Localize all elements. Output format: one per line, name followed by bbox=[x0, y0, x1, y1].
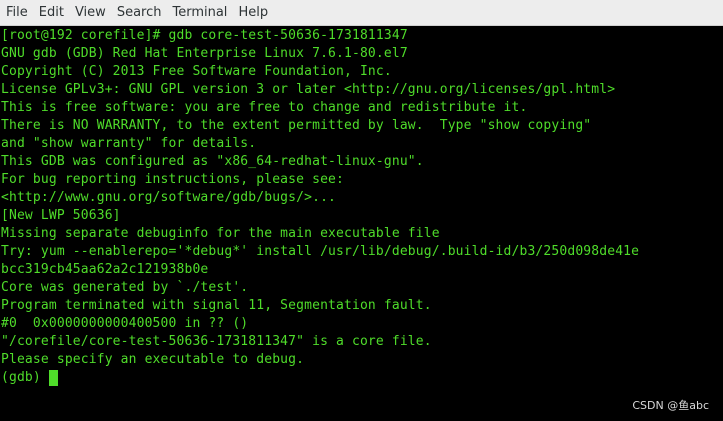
menu-file[interactable]: File bbox=[2, 2, 35, 24]
terminal-line: "/corefile/core-test-50636-1731811347" i… bbox=[1, 334, 432, 349]
terminal-line: and "show warranty" for details. bbox=[1, 136, 257, 151]
menu-terminal[interactable]: Terminal bbox=[168, 2, 234, 24]
terminal-line: Please specify an executable to debug. bbox=[1, 352, 305, 367]
terminal-line: <http://www.gnu.org/software/gdb/bugs/>.… bbox=[1, 190, 337, 205]
terminal-output[interactable]: [root@192 corefile]# gdb core-test-50636… bbox=[0, 26, 723, 421]
terminal-line: Program terminated with signal 11, Segme… bbox=[1, 298, 432, 313]
terminal-line: For bug reporting instructions, please s… bbox=[1, 172, 344, 187]
menu-view[interactable]: View bbox=[71, 2, 113, 24]
terminal-line: bcc319cb45aa62a2c121938b0e bbox=[1, 262, 209, 277]
text-cursor bbox=[48, 370, 58, 386]
terminal-line: Copyright (C) 2013 Free Software Foundat… bbox=[1, 64, 392, 79]
menu-edit[interactable]: Edit bbox=[35, 2, 71, 24]
menu-help[interactable]: Help bbox=[234, 2, 275, 24]
terminal-line: This is free software: you are free to c… bbox=[1, 100, 528, 115]
menu-bar: File Edit View Search Terminal Help bbox=[0, 0, 723, 26]
watermark: CSDN @鱼abc bbox=[632, 399, 709, 412]
terminal-line: [root@192 corefile]# gdb core-test-50636… bbox=[1, 28, 408, 43]
terminal-line: Try: yum --enablerepo='*debug*' install … bbox=[1, 244, 640, 259]
terminal-window: File Edit View Search Terminal Help [roo… bbox=[0, 0, 723, 421]
terminal-line: There is NO WARRANTY, to the extent perm… bbox=[1, 118, 592, 133]
terminal-line: This GDB was configured as "x86_64-redha… bbox=[1, 154, 424, 169]
terminal-line: GNU gdb (GDB) Red Hat Enterprise Linux 7… bbox=[1, 46, 408, 61]
gdb-prompt: (gdb) bbox=[1, 370, 41, 385]
terminal-line: Core was generated by `./test'. bbox=[1, 280, 249, 295]
menu-search[interactable]: Search bbox=[113, 2, 169, 24]
terminal-line: #0 0x0000000000400500 in ?? () bbox=[1, 316, 249, 331]
terminal-line: [New LWP 50636] bbox=[1, 208, 121, 223]
gdb-prompt-line[interactable]: (gdb) bbox=[1, 369, 723, 387]
terminal-line: License GPLv3+: GNU GPL version 3 or lat… bbox=[1, 82, 616, 97]
terminal-line: Missing separate debuginfo for the main … bbox=[1, 226, 440, 241]
